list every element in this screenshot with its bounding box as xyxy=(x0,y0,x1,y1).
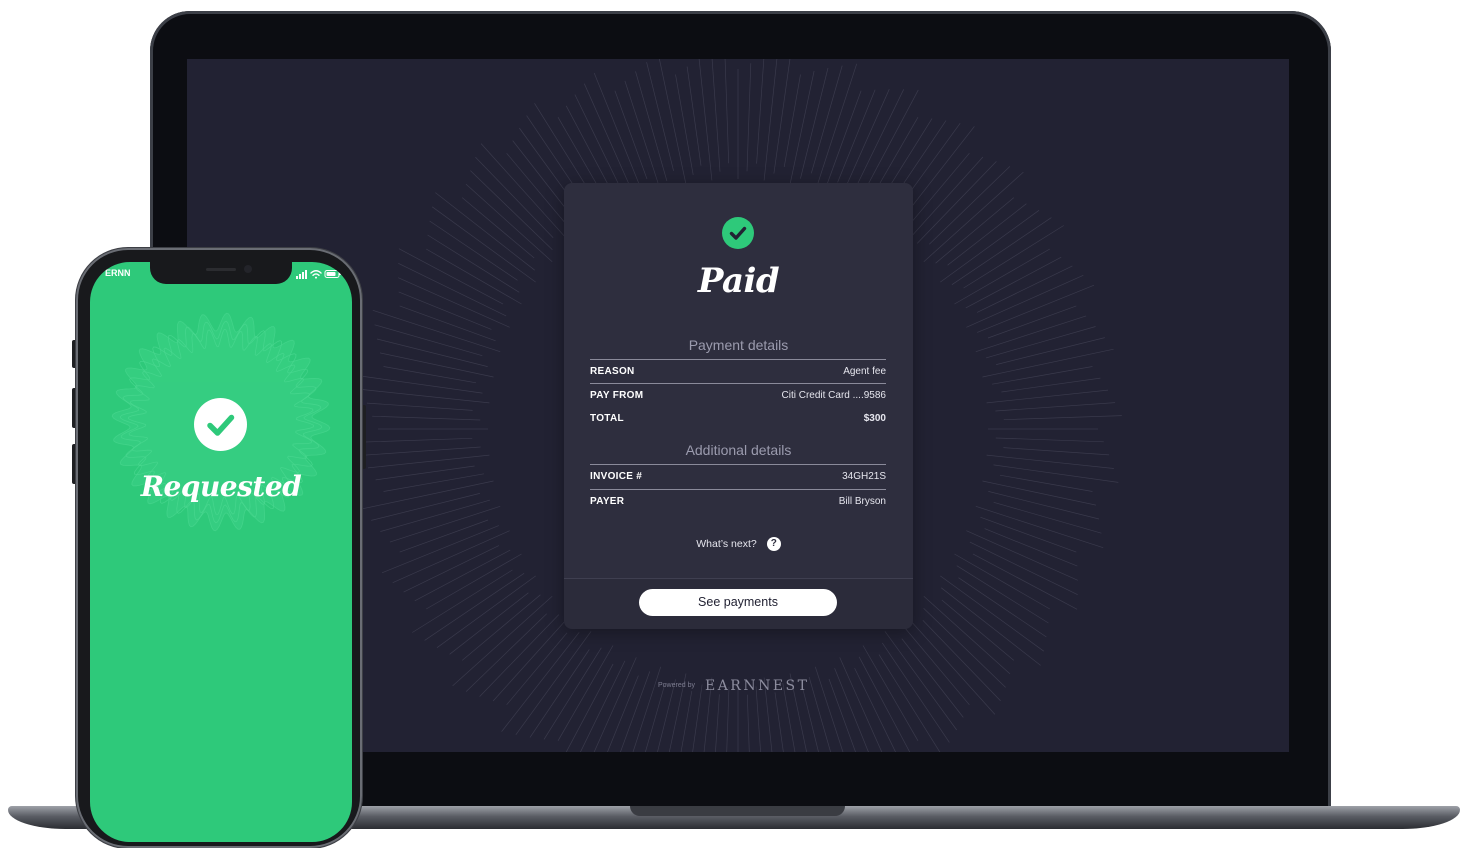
detail-label: REASON xyxy=(590,366,635,377)
detail-label: TOTAL xyxy=(590,413,624,424)
additional-details-heading: Additional details xyxy=(685,442,792,458)
status-bar-icons xyxy=(296,270,341,279)
phone-screen: ERNN Requested xyxy=(90,262,352,842)
question-circle-icon[interactable]: ? xyxy=(766,537,781,552)
detail-label: PAYER xyxy=(590,496,625,507)
carrier-label: ERNN xyxy=(105,268,131,278)
detail-label: PAY FROM xyxy=(590,390,644,401)
detail-row-pay-from: PAY FROM Citi Credit Card ....9586 xyxy=(590,383,886,408)
powered-by-footer: Powered by EARNNEST xyxy=(658,676,810,696)
detail-row-total: TOTAL $300 xyxy=(590,407,886,431)
laptop-hinge-notch xyxy=(630,806,845,816)
detail-row-invoice: INVOICE # 34GH21S xyxy=(590,464,886,489)
signal-icon xyxy=(296,270,307,279)
detail-value: Bill Bryson xyxy=(838,496,886,507)
payment-details-heading: Payment details xyxy=(688,337,789,353)
check-circle-icon xyxy=(722,217,754,249)
check-circle-icon xyxy=(194,398,247,451)
phone-notch xyxy=(150,262,292,284)
detail-row-payer: PAYER Bill Bryson xyxy=(590,489,886,514)
detail-row-reason: REASON Agent fee xyxy=(590,359,886,384)
decorative-rosette xyxy=(111,312,331,532)
detail-value: Citi Credit Card ....9586 xyxy=(781,390,887,401)
see-payments-button[interactable]: See payments xyxy=(639,589,837,616)
payment-status-title: Paid xyxy=(697,261,780,301)
detail-label: INVOICE # xyxy=(590,471,643,482)
request-status-title: Requested xyxy=(140,470,302,503)
wifi-icon xyxy=(310,270,322,279)
detail-value: 34GH21S xyxy=(842,471,886,482)
camera-icon xyxy=(244,265,252,273)
speaker-grille xyxy=(206,268,236,271)
detail-value: Agent fee xyxy=(843,366,886,377)
whats-next-label: What’s next? xyxy=(696,538,757,550)
powered-by-label: Powered by xyxy=(658,682,695,689)
battery-icon xyxy=(324,270,341,278)
detail-value: $300 xyxy=(863,413,886,424)
card-footer: See payments xyxy=(564,578,913,629)
whats-next-link[interactable]: What’s next?? xyxy=(564,535,913,553)
earnnest-logo[interactable]: EARNNEST xyxy=(705,678,810,694)
payment-confirmation-card: Paid Payment details REASON Agent fee PA… xyxy=(564,183,913,629)
